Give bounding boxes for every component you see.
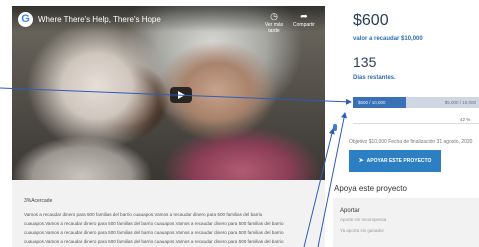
contribution-card[interactable]: Aportar Aporte sin recompensa Ya aporta … xyxy=(333,198,479,247)
video-title[interactable]: Where There's Help, There's Hope xyxy=(38,15,161,24)
funding-progress-bar: $600 / 10,000 $5,000 / 10,000 xyxy=(353,97,479,108)
progress-percent: 42 % xyxy=(460,117,471,122)
video-player[interactable]: G Where There's Help, There's Hope ◷ Ver… xyxy=(12,6,325,180)
goal-label: valor a recaudar $10,000 xyxy=(353,36,423,42)
share-button[interactable]: ➦ Compartir xyxy=(292,11,316,28)
clock-icon: ◷ xyxy=(270,11,278,21)
objective-text: Objetivo $10,000 Fecha de finalización 3… xyxy=(349,139,473,145)
contribution-title: Aportar xyxy=(340,208,360,214)
channel-logo-icon[interactable]: G xyxy=(18,12,33,27)
support-project-label: APOYAR ESTE PROYECTO xyxy=(366,158,432,164)
contribution-button[interactable]: Ya aporta sin ganador xyxy=(340,228,479,233)
play-button[interactable] xyxy=(170,87,192,103)
share-icon: ➦ xyxy=(300,11,308,21)
description-line: cuauapos.Vamos a recaudar dinero para 50… xyxy=(24,221,284,226)
description-line: cuauapos.Vamos a recaudar dinero para 50… xyxy=(24,230,284,235)
days-remaining: 135 xyxy=(353,54,377,70)
watch-later-button[interactable]: ◷ Ver más tarde xyxy=(262,11,286,34)
description-heading: 3%Acercade xyxy=(24,198,53,204)
description-line: Vamos a recaudar dinero para 500 familia… xyxy=(24,212,263,217)
project-description: 3%Acercade Vamos a recaudar dinero para … xyxy=(12,180,325,247)
description-line: cuauapos.Vamos a recaudar dinero para 50… xyxy=(24,239,284,244)
watch-later-label: Ver más tarde xyxy=(264,22,284,34)
percent-divider xyxy=(353,123,479,124)
share-label: Compartir xyxy=(293,22,315,28)
days-remaining-label: Días restantes. xyxy=(353,75,396,81)
raised-amount: $600 xyxy=(353,12,389,29)
progress-right-label: $5,000 / 10,000 xyxy=(444,100,476,105)
support-project-button[interactable]: ➤ APOYAR ESTE PROYECTO xyxy=(349,150,441,172)
contribution-subtitle: Aporte sin recompensa xyxy=(340,217,387,222)
scroll-indicator[interactable] xyxy=(333,124,337,131)
progress-left-label: $600 / 10,000 xyxy=(358,100,386,105)
support-heading: Apoya este proyecto xyxy=(334,184,407,193)
send-icon: ➤ xyxy=(358,158,364,164)
